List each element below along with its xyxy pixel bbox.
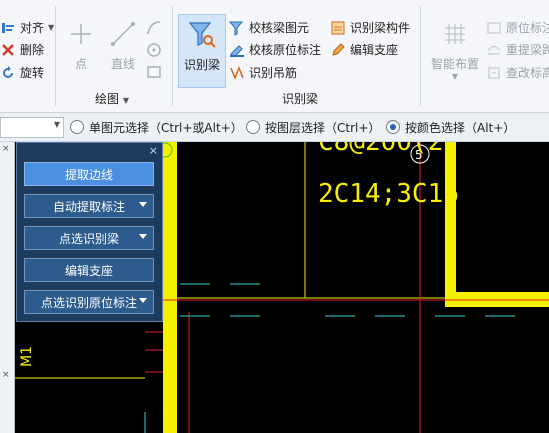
- recognize-beam-label: 识别梁: [183, 58, 220, 72]
- recognize-beam-component-button[interactable]: 识别梁构件: [330, 18, 410, 38]
- inplace-annotation-button[interactable]: 原位标注: [486, 18, 549, 38]
- edit-support-panel-label: 编辑支座: [64, 263, 113, 278]
- beam-inner: [456, 142, 549, 292]
- point-label: 点: [74, 57, 87, 71]
- rotate-icon: [0, 65, 16, 81]
- edit-elevation-button[interactable]: 查改标高: [486, 63, 549, 83]
- pencil-icon: [330, 42, 346, 58]
- edit-support-button[interactable]: 编辑支座: [330, 40, 398, 60]
- recognize-beam-button[interactable]: 识别梁: [178, 14, 226, 88]
- line-icon: [109, 20, 137, 51]
- left-annotation: M1: [19, 346, 35, 367]
- recognize-hanger-bar-label: 识别吊筋: [249, 66, 298, 80]
- inplace-annotation-label: 原位标注: [506, 21, 549, 35]
- ribbon-separator: [420, 6, 421, 106]
- align-button[interactable]: 对齐 ▼: [0, 18, 54, 38]
- check-inplace-annotation-label: 校核原位标注: [249, 43, 322, 57]
- span-icon: [486, 42, 502, 58]
- chevron-down-icon: ▼: [122, 96, 129, 105]
- beam-outline: [163, 142, 177, 433]
- rotate-label: 旋转: [20, 66, 45, 80]
- layer-select-radio[interactable]: 按图层选择（Ctrl+）: [246, 118, 380, 136]
- ribbon-toolbar: 对齐 ▼ 删除 旋转 点 直线 绘图 ▼ 识别梁 校核梁图元 校核原位标注 识别…: [0, 0, 549, 113]
- delete-label: 删除: [20, 43, 45, 57]
- grid-layout-icon: [441, 20, 469, 51]
- re-extract-span-label: 重提梁跨: [506, 43, 549, 57]
- chevron-down-icon: [139, 234, 147, 239]
- edit-elevation-label: 查改标高: [506, 66, 549, 80]
- re-extract-span-button[interactable]: 重提梁跨: [486, 40, 549, 60]
- annotation-icon: [486, 20, 502, 36]
- align-icon: [0, 20, 16, 36]
- beam-recognition-panel: × 提取边线 自动提取标注 点选识别梁 编辑支座 点选识别原位标注: [16, 142, 163, 322]
- check-beam-elements-button[interactable]: 校核梁图元: [228, 18, 310, 38]
- funnel-search-icon: [187, 19, 217, 52]
- delete-icon: [0, 42, 16, 58]
- annotation-check-icon: [229, 42, 245, 58]
- smart-layout-label: 智能布置: [430, 57, 479, 71]
- recognize-group-label: 识别梁: [282, 92, 319, 106]
- circle-icon[interactable]: [146, 42, 162, 61]
- radio-indicator-selected: [386, 120, 400, 134]
- color-select-label: 按颜色选择（Alt+）: [405, 120, 516, 135]
- elevation-icon: [486, 65, 502, 81]
- draw-group-label[interactable]: 绘图 ▼: [95, 90, 129, 107]
- rotate-button[interactable]: 旋转: [0, 63, 44, 83]
- edit-support-label: 编辑支座: [350, 43, 399, 57]
- chevron-down-icon: [139, 202, 147, 207]
- funnel-check-icon: [228, 20, 245, 36]
- pick-recognize-inplace-annotation-label: 点选识别原位标注: [40, 295, 137, 310]
- point-button[interactable]: 点: [66, 20, 96, 72]
- layer-select-label: 按图层选择（Ctrl+）: [265, 120, 381, 135]
- chevron-down-icon: ▼: [53, 120, 60, 129]
- recognize-hanger-bar-button[interactable]: 识别吊筋: [229, 63, 297, 83]
- color-select-radio[interactable]: 按颜色选择（Alt+）: [386, 118, 515, 136]
- radio-indicator: [246, 120, 260, 134]
- layer-combo[interactable]: ▼: [0, 117, 64, 138]
- smart-layout-button[interactable]: 智能布置 ▼: [428, 20, 482, 81]
- rebar-annotation-stirrup: C8@200(2): [318, 142, 459, 157]
- line-button[interactable]: 直线: [106, 20, 140, 72]
- ribbon-separator: [172, 6, 173, 106]
- left-dock-strip: × ×: [0, 142, 15, 433]
- chevron-down-icon: ▼: [451, 72, 459, 81]
- pick-recognize-inplace-annotation-button[interactable]: 点选识别原位标注: [24, 290, 154, 314]
- close-icon[interactable]: ×: [149, 144, 158, 157]
- radio-indicator: [70, 120, 84, 134]
- arc-icon[interactable]: [146, 20, 162, 39]
- align-label: 对齐: [20, 21, 45, 35]
- draw-group-text: 绘图: [95, 92, 120, 106]
- rebar-annotation-main: 2C14;3C16: [318, 179, 459, 209]
- check-beam-elements-label: 校核梁图元: [249, 21, 310, 35]
- chevron-down-icon: [139, 298, 147, 303]
- close-icon[interactable]: ×: [2, 144, 10, 154]
- hanger-bar-icon: [229, 65, 245, 81]
- pick-recognize-beam-button[interactable]: 点选识别梁: [24, 226, 154, 250]
- auto-extract-annotation-button[interactable]: 自动提取标注: [24, 194, 154, 218]
- extract-edge-button[interactable]: 提取边线: [24, 162, 154, 186]
- auto-extract-annotation-label: 自动提取标注: [52, 199, 125, 214]
- line-label: 直线: [110, 57, 135, 71]
- selection-mode-bar: ▼ 单图元选择（Ctrl+或Alt+） 按图层选择（Ctrl+） 按颜色选择（A…: [0, 113, 549, 142]
- single-element-select-label: 单图元选择（Ctrl+或Alt+）: [89, 120, 243, 135]
- check-inplace-annotation-button[interactable]: 校核原位标注: [229, 40, 321, 60]
- edit-support-panel-button[interactable]: 编辑支座: [24, 258, 154, 282]
- chevron-down-icon: ▼: [48, 23, 55, 32]
- beam-component-icon: [330, 20, 346, 36]
- ribbon-separator: [55, 6, 56, 106]
- delete-button[interactable]: 删除: [0, 40, 44, 60]
- single-element-select-radio[interactable]: 单图元选择（Ctrl+或Alt+）: [70, 118, 243, 136]
- extract-edge-label: 提取边线: [64, 167, 113, 182]
- close-icon[interactable]: ×: [2, 370, 10, 380]
- rectangle-icon[interactable]: [146, 64, 162, 83]
- recognize-beam-component-label: 识别梁构件: [350, 21, 411, 35]
- pick-recognize-beam-label: 点选识别梁: [58, 231, 119, 246]
- point-icon: [67, 20, 95, 51]
